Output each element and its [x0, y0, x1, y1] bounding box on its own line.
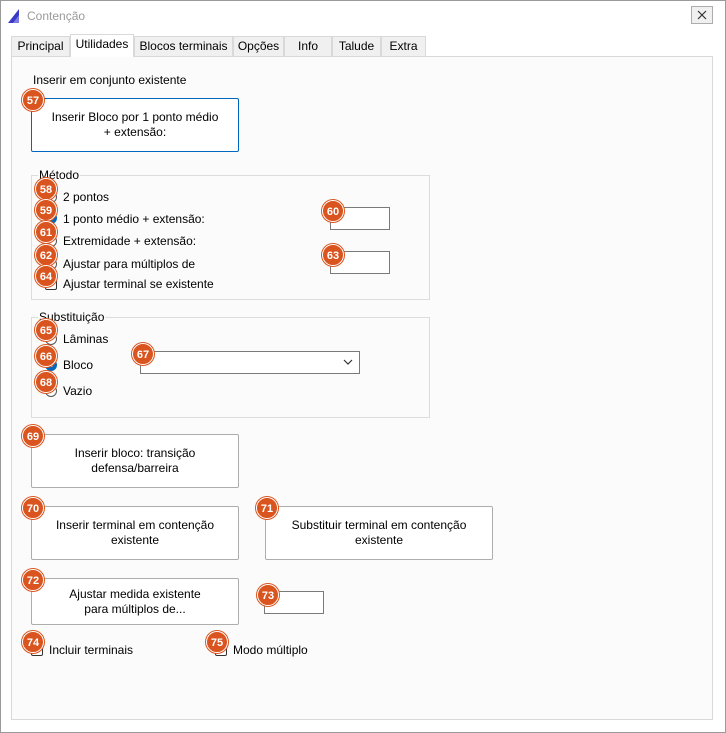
insert-transition-line2: defensa/barreira [91, 461, 179, 475]
checkbox-incluir-terminais-label: Incluir terminais [49, 643, 134, 657]
insert-terminal-label: Inserir terminal em contenção existente [56, 518, 214, 548]
radio-bloco-label: Bloco [63, 358, 94, 372]
replace-terminal-line1: Substituir terminal em contenção [291, 518, 467, 532]
tab-extra[interactable]: Extra [381, 36, 426, 56]
replace-terminal-button[interactable]: Substituir terminal em contenção existent… [265, 506, 493, 560]
bloco-select[interactable] [140, 351, 360, 374]
chevron-down-icon [343, 359, 353, 365]
badge-71: 71 [256, 497, 278, 519]
badge-67: 67 [132, 343, 154, 365]
badge-66: 66 [35, 345, 57, 367]
badge-59: 59 [35, 199, 57, 221]
tab-principal[interactable]: Principal [11, 36, 70, 56]
badge-73: 73 [257, 584, 279, 606]
insert-block-midpoint-button[interactable]: Inserir Bloco por 1 ponto médio + extensã… [31, 98, 239, 152]
adjust-measure-line1: Ajustar medida existente [69, 586, 201, 601]
badge-70: 70 [22, 497, 44, 519]
badge-58: 58 [35, 178, 57, 200]
insert-transition-block-label: Inserir bloco: transição defensa/barreira [75, 446, 196, 476]
radio-ajustar-multiplos-label: Ajustar para múltiplos de [63, 257, 196, 271]
tab-opcoes[interactable]: Opções [233, 36, 284, 56]
close-button[interactable] [691, 6, 713, 24]
checkbox-ajustar-terminal-label: Ajustar terminal se existente [63, 277, 214, 291]
window-title: Contenção [27, 9, 86, 23]
title-bar: Contenção [1, 1, 725, 31]
badge-69: 69 [22, 425, 44, 447]
tab-utilidades[interactable]: Utilidades [70, 34, 134, 57]
insert-terminal-button[interactable]: Inserir terminal em contenção existente [31, 506, 239, 560]
insert-block-midpoint-line1: Inserir Bloco por 1 ponto médio [51, 110, 219, 124]
badge-63: 63 [322, 244, 344, 266]
replace-terminal-label: Substituir terminal em contenção existent… [292, 518, 467, 548]
insert-block-midpoint-line2: + extensão: [103, 125, 167, 139]
insert-transition-block-button[interactable]: Inserir bloco: transição defensa/barreira [31, 434, 239, 488]
adjust-measure-line2: para múltiplos de... [84, 601, 186, 616]
radio-ponto-medio-label: 1 ponto médio + extensão: [63, 212, 205, 226]
badge-72: 72 [22, 569, 44, 591]
radio-extremidade-label: Extremidade + extensão: [63, 234, 197, 248]
badge-75: 75 [206, 631, 228, 653]
badge-74: 74 [22, 631, 44, 653]
insert-terminal-line1: Inserir terminal em contenção [55, 518, 215, 532]
adjust-measure-button[interactable]: Ajustar medida existente para múltiplos d… [31, 578, 239, 625]
badge-61: 61 [35, 221, 57, 243]
tab-talude[interactable]: Talude [332, 36, 381, 56]
replace-terminal-line2: existente [354, 533, 404, 547]
dialog-window: Contenção Principal Utilidades Blocos te… [0, 0, 726, 733]
insert-block-midpoint-label: Inserir Bloco por 1 ponto médio + extensã… [52, 110, 219, 140]
badge-65: 65 [35, 319, 57, 341]
tab-blocos-terminais[interactable]: Blocos terminais [134, 36, 233, 56]
badge-68: 68 [35, 371, 57, 393]
insert-terminal-line2: existente [110, 533, 159, 547]
app-logo-icon [8, 9, 19, 23]
insert-existing-heading: Inserir em conjunto existente [33, 73, 187, 87]
insert-transition-line1: Inserir bloco: transição [74, 446, 196, 460]
badge-62: 62 [35, 244, 57, 266]
badge-60: 60 [322, 200, 344, 222]
adjust-measure-label: Ajustar medida existente para múltiplos d… [69, 587, 200, 617]
close-icon [697, 10, 707, 20]
tab-info[interactable]: Info [284, 36, 332, 56]
radio-laminas-label: Lâminas [63, 332, 109, 346]
radio-vazio-label: Vazio [63, 384, 93, 398]
radio-2-pontos-label: 2 pontos [63, 190, 110, 204]
badge-57: 57 [22, 89, 44, 111]
badge-64: 64 [35, 265, 57, 287]
checkbox-modo-multiplo-label: Modo múltiplo [233, 643, 308, 657]
